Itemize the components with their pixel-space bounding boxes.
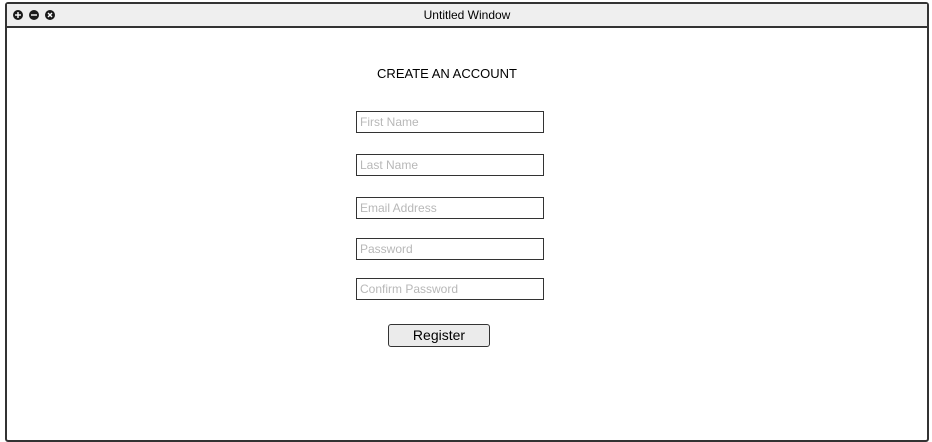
window-title: Untitled Window — [423, 8, 511, 22]
form-heading: CREATE AN ACCOUNT — [377, 66, 517, 81]
password-input[interactable] — [356, 238, 544, 260]
email-input[interactable] — [356, 197, 544, 219]
title-bar[interactable]: Untitled Window — [7, 4, 927, 28]
register-button[interactable]: Register — [388, 324, 490, 347]
confirm-password-input[interactable] — [356, 278, 544, 300]
form-content: CREATE AN ACCOUNT Register — [7, 28, 927, 440]
last-name-input[interactable] — [356, 154, 544, 176]
first-name-input[interactable] — [356, 111, 544, 133]
app-window: Untitled Window CREATE AN ACCOUNT Regist… — [5, 2, 929, 442]
